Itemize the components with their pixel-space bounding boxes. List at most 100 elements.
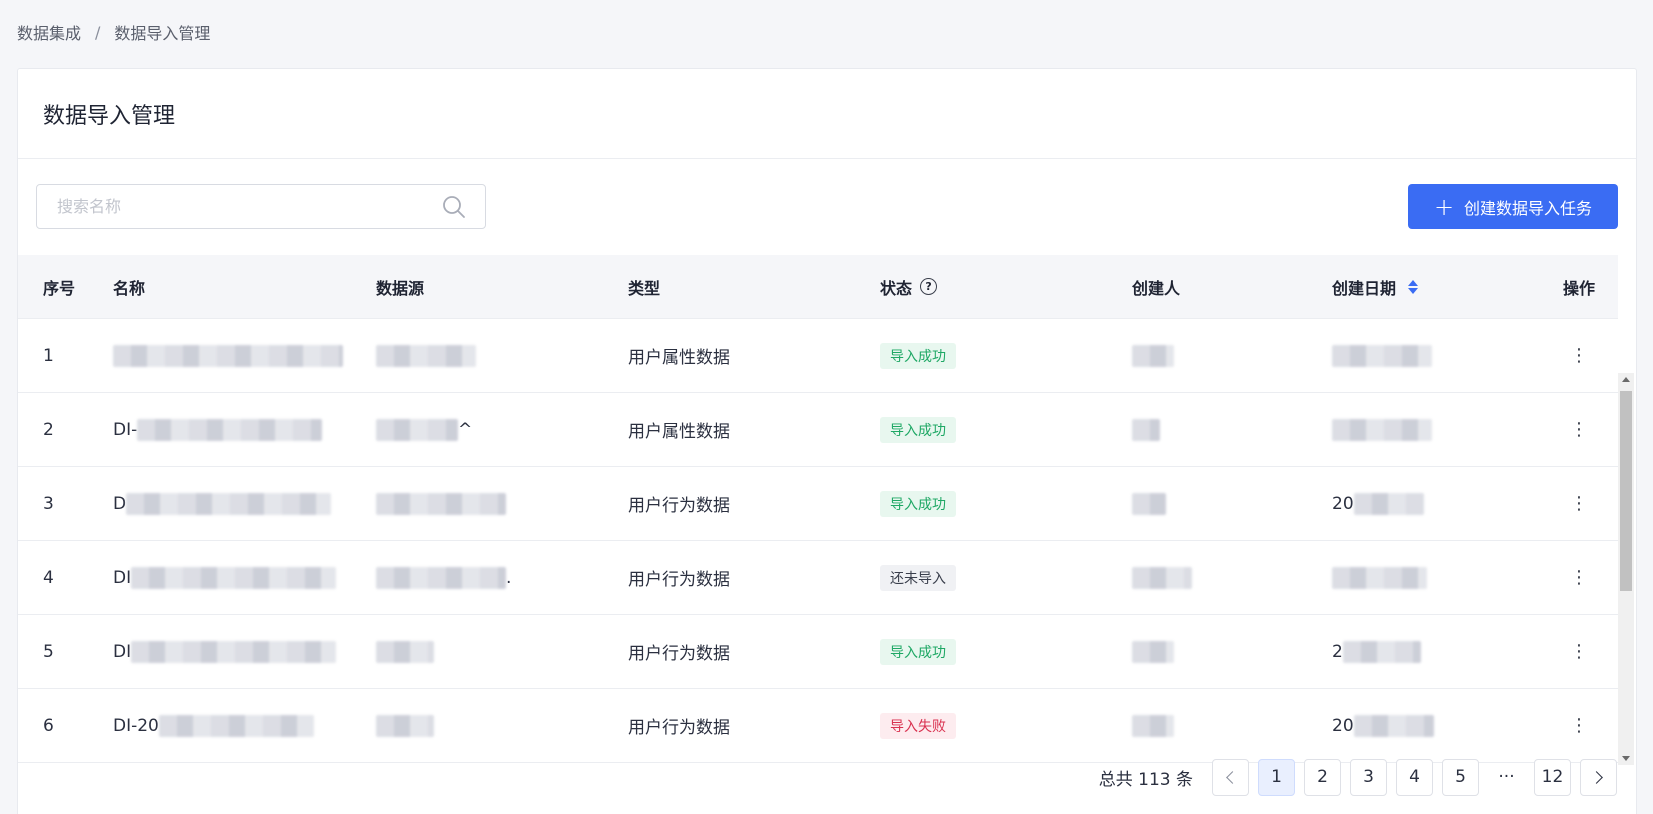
row-source — [376, 714, 628, 737]
redacted-date — [1332, 418, 1432, 441]
scroll-down-arrow-icon[interactable] — [1622, 756, 1630, 761]
row-type: 用户行为数据 — [628, 570, 730, 590]
breadcrumb-item-data-integration[interactable]: 数据集成 — [17, 20, 81, 44]
more-actions-icon[interactable]: ⋮ — [1570, 641, 1588, 662]
card-header: 数据导入管理 — [18, 69, 1636, 159]
help-icon[interactable]: ? — [920, 278, 938, 295]
row-source — [376, 640, 628, 663]
breadcrumb-separator: / — [95, 22, 101, 42]
create-import-task-label: 创建数据导入任务 — [1464, 198, 1593, 218]
page-button-last[interactable]: 12 — [1534, 758, 1571, 796]
table-row[interactable]: 5 DI 用户行为数据 导入成功 2 ⋮ — [18, 615, 1618, 689]
pagination-ellipsis[interactable]: ··· — [1488, 759, 1525, 796]
row-name[interactable] — [113, 344, 376, 367]
table-row[interactable]: 3 D 用户行为数据 导入成功 20 ⋮ — [18, 467, 1618, 541]
more-actions-icon[interactable]: ⋮ — [1570, 345, 1588, 366]
row-status: 导入成功 — [880, 416, 1132, 443]
redacted-date — [1342, 640, 1421, 663]
row-date: 2 — [1332, 640, 1540, 663]
chevron-right-icon — [1590, 770, 1603, 784]
row-date — [1332, 566, 1540, 589]
row-name[interactable]: D — [113, 492, 376, 515]
redacted-date — [1332, 344, 1432, 367]
search-icon[interactable] — [441, 194, 467, 220]
scroll-up-arrow-icon[interactable] — [1622, 377, 1630, 382]
row-date-prefix: 20 — [1332, 715, 1354, 736]
row-actions[interactable]: ⋮ — [1540, 567, 1618, 588]
page-button-1[interactable]: 1 — [1258, 758, 1295, 796]
col-type-header: 类型 — [628, 278, 661, 298]
redacted-source — [376, 714, 434, 737]
row-status: 导入成功 — [880, 490, 1132, 517]
row-name-prefix: DI-20 — [113, 715, 159, 736]
redacted-name — [137, 418, 323, 441]
row-source — [376, 492, 628, 515]
row-actions[interactable]: ⋮ — [1540, 715, 1618, 736]
row-date-prefix: 20 — [1332, 493, 1354, 514]
status-badge: 导入成功 — [880, 490, 956, 517]
redacted-creator — [1132, 566, 1192, 589]
next-page-button[interactable] — [1580, 758, 1617, 796]
sort-icon[interactable] — [1408, 279, 1419, 294]
table-row[interactable]: 2 DI- ^ 用户属性数据 导入成功 ⋮ — [18, 393, 1618, 467]
table-row[interactable]: 1 用户属性数据 导入成功 ⋮ — [18, 319, 1618, 393]
redacted-name — [126, 492, 332, 515]
col-date-header[interactable]: 创建日期 — [1332, 275, 1540, 299]
table-scrollbar[interactable] — [1618, 373, 1634, 765]
row-status: 导入失败 — [880, 712, 1132, 739]
more-actions-icon[interactable]: ⋮ — [1570, 419, 1588, 440]
scroll-thumb[interactable] — [1620, 391, 1632, 591]
pagination: 总共 113 条 1 2 3 4 5 ··· 12 — [1099, 758, 1617, 796]
row-index: 2 — [43, 419, 54, 440]
row-date — [1332, 418, 1540, 441]
more-actions-icon[interactable]: ⋮ — [1570, 715, 1588, 736]
table-header: 序号 名称 数据源 类型 状态 ? 创建人 创建日期 操作 — [18, 255, 1618, 319]
row-source-suffix: . — [506, 567, 512, 588]
row-creator — [1132, 640, 1332, 663]
row-name[interactable]: DI-20 — [113, 714, 376, 737]
row-type: 用户行为数据 — [628, 644, 730, 664]
redacted-creator — [1132, 418, 1160, 441]
page-button-2[interactable]: 2 — [1304, 758, 1341, 796]
row-name[interactable]: DI- — [113, 418, 376, 441]
row-date — [1332, 344, 1540, 367]
redacted-creator — [1132, 344, 1174, 367]
status-badge: 导入失败 — [880, 712, 956, 739]
prev-page-button[interactable] — [1212, 758, 1249, 796]
row-actions[interactable]: ⋮ — [1540, 419, 1618, 440]
row-name-prefix: DI — [113, 567, 132, 588]
row-actions[interactable]: ⋮ — [1540, 493, 1618, 514]
table-row[interactable]: 4 DI. 用户行为数据 还未导入 ⋮ — [18, 541, 1618, 615]
page-button-5[interactable]: 5 — [1442, 758, 1479, 796]
more-actions-icon[interactable]: ⋮ — [1570, 493, 1588, 514]
row-type: 用户行为数据 — [628, 718, 730, 738]
row-actions[interactable]: ⋮ — [1540, 345, 1618, 366]
create-import-task-button[interactable]: + 创建数据导入任务 — [1408, 184, 1618, 229]
row-date: 20 — [1332, 492, 1540, 515]
table-row[interactable]: 6 DI-20 用户行为数据 导入失败 20 ⋮ — [18, 689, 1618, 763]
row-date-prefix: 2 — [1332, 641, 1343, 662]
row-creator — [1132, 344, 1332, 367]
row-name[interactable]: DI — [113, 566, 376, 589]
col-source-header: 数据源 — [376, 278, 425, 298]
toolbar: + 创建数据导入任务 — [36, 184, 1618, 230]
row-source: ^ — [376, 418, 628, 441]
page-button-4[interactable]: 4 — [1396, 758, 1433, 796]
status-badge: 导入成功 — [880, 342, 956, 369]
row-type: 用户属性数据 — [628, 348, 730, 368]
row-source-suffix: ^ — [458, 419, 473, 440]
page-button-3[interactable]: 3 — [1350, 758, 1387, 796]
more-actions-icon[interactable]: ⋮ — [1570, 567, 1588, 588]
breadcrumb-item-current: 数据导入管理 — [114, 24, 211, 43]
redacted-name — [113, 344, 343, 367]
row-name[interactable]: DI — [113, 640, 376, 663]
search-box — [36, 184, 486, 229]
redacted-creator — [1132, 640, 1174, 663]
row-type: 用户行为数据 — [628, 496, 730, 516]
search-input[interactable] — [37, 186, 441, 227]
status-badge: 还未导入 — [880, 564, 956, 591]
status-badge: 导入成功 — [880, 638, 956, 665]
redacted-date — [1353, 492, 1424, 515]
redacted-source — [376, 492, 506, 515]
row-actions[interactable]: ⋮ — [1540, 641, 1618, 662]
